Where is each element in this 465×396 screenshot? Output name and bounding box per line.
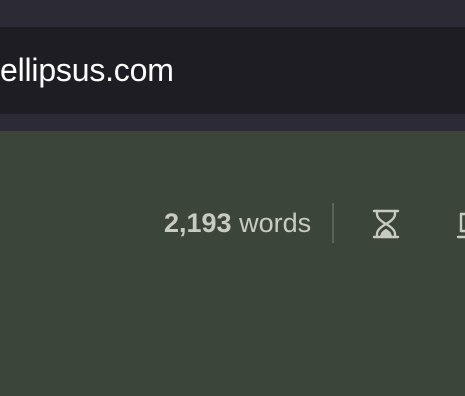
toolbar-divider [332,203,334,243]
browser-chrome: ellipsus.com [0,0,465,131]
editor-page: 2,193 words [0,131,465,396]
partial-toolbar-icon-graphic [456,212,465,239]
url-text[interactable]: ellipsus.com [0,27,174,114]
editor-toolbar: 2,193 words [0,203,465,243]
hourglass-icon[interactable] [372,209,400,239]
partial-toolbar-icon[interactable] [456,209,465,239]
hourglass-icon-graphic [372,209,400,239]
word-count-unit: words [239,208,312,238]
word-count-number: 2,193 [164,208,232,238]
address-bar[interactable]: ellipsus.com [0,27,465,114]
word-count[interactable]: 2,193 words [164,203,311,243]
